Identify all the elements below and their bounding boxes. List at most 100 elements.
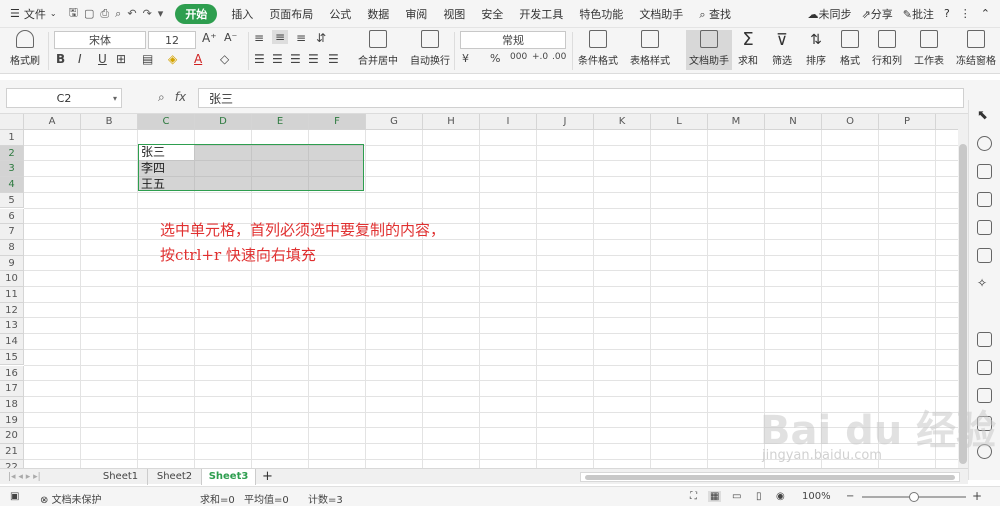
page-break-icon[interactable]: ▯	[756, 491, 762, 502]
column-header-m[interactable]: M	[708, 114, 765, 130]
search-button[interactable]: ⌕ 查找	[691, 6, 739, 22]
distribute-icon[interactable]: ☰	[328, 52, 339, 66]
font-name-select[interactable]: 宋体	[54, 31, 146, 49]
style-icon[interactable]	[977, 164, 992, 179]
number-format-select[interactable]: 常规	[460, 31, 566, 49]
filter-button[interactable]: ⊽ 筛选	[772, 30, 792, 67]
text-direction-icon[interactable]: ⇵	[316, 31, 326, 45]
pointer-icon[interactable]: ⬉	[977, 108, 992, 123]
undo-icon[interactable]: ↶	[127, 7, 136, 20]
magic-icon[interactable]: ✧	[977, 276, 992, 291]
row-header-12[interactable]: 12	[0, 302, 24, 319]
row-header-22[interactable]: 22	[0, 459, 24, 468]
column-header-k[interactable]: K	[594, 114, 651, 130]
zoom-in-icon[interactable]: +	[972, 489, 982, 503]
row-header-13[interactable]: 13	[0, 318, 24, 335]
merge-center-button[interactable]: 合并居中	[358, 30, 398, 67]
sheet-nav-arrows[interactable]: |◂ ◂ ▸ ▸|	[8, 469, 41, 485]
align-center-icon[interactable]: ☰	[272, 52, 283, 66]
table-style-button[interactable]: 表格样式	[630, 30, 670, 67]
backup-icon[interactable]	[977, 332, 992, 347]
horizontal-scrollbar[interactable]	[580, 472, 960, 482]
thousands-icon[interactable]: 000	[510, 52, 527, 62]
row-header-1[interactable]: 1	[0, 130, 24, 146]
row-header-5[interactable]: 5	[0, 192, 24, 209]
more-icon[interactable]: ⋮	[960, 7, 971, 20]
border-icon[interactable]: ⊞	[116, 52, 126, 66]
column-header-f[interactable]: F	[309, 114, 366, 130]
help-icon[interactable]: ?	[944, 7, 950, 20]
sum-button[interactable]: Σ 求和	[738, 30, 758, 68]
align-bottom-icon[interactable]: ≡	[296, 31, 306, 45]
redo-icon[interactable]: ↷	[143, 7, 152, 20]
tab-developer[interactable]: 开发工具	[511, 6, 571, 22]
normal-view-icon[interactable]: ▦	[708, 491, 722, 502]
worksheet-button[interactable]: 工作表	[914, 30, 944, 67]
row-col-button[interactable]: 行和列	[872, 30, 902, 67]
column-header-a[interactable]: A	[24, 114, 81, 130]
sync-button[interactable]: ☁未同步	[808, 6, 852, 22]
name-box[interactable]: C2 ▾	[6, 88, 122, 108]
select-all-corner[interactable]	[0, 114, 24, 130]
cond-format-button[interactable]: 条件格式	[578, 30, 618, 67]
font-size-select[interactable]: 12	[148, 31, 196, 49]
fx-icon[interactable]: fx	[175, 90, 186, 105]
justify-icon[interactable]: ☰	[308, 52, 319, 66]
row-header-15[interactable]: 15	[0, 349, 24, 366]
column-header-overflow[interactable]	[936, 114, 958, 130]
column-header-d[interactable]: D	[195, 114, 252, 130]
wrap-text-button[interactable]: 自动换行	[410, 30, 450, 67]
row-header-4[interactable]: 4	[0, 177, 24, 193]
bold-icon[interactable]: B	[56, 52, 65, 66]
column-header-g[interactable]: G	[366, 114, 423, 130]
cell-c3[interactable]: 李四	[141, 161, 165, 176]
row-header-2[interactable]: 2	[0, 145, 24, 162]
collapse-icon[interactable]: ⌃	[981, 7, 990, 20]
macro-icon[interactable]: ▣	[10, 491, 19, 502]
tab-formulas[interactable]: 公式	[321, 6, 359, 22]
sheet-tab-2[interactable]: Sheet2	[148, 469, 202, 485]
grow-font-icon[interactable]: A⁺	[202, 31, 217, 45]
italic-icon[interactable]: I	[78, 52, 82, 66]
column-header-i[interactable]: I	[480, 114, 537, 130]
underline-icon[interactable]: U	[98, 52, 107, 66]
fill-color-icon[interactable]: ◈	[168, 52, 177, 66]
tab-features[interactable]: 特色功能	[571, 6, 631, 22]
cell-c4[interactable]: 王五	[141, 177, 165, 192]
row-header-10[interactable]: 10	[0, 271, 24, 287]
sheet-tab-3[interactable]: Sheet3	[202, 469, 256, 485]
format-button[interactable]: 格式	[840, 30, 860, 67]
font-color-icon[interactable]: A	[194, 52, 202, 66]
column-header-n[interactable]: N	[765, 114, 822, 130]
share-button[interactable]: ⇗分享	[862, 6, 893, 22]
sort-button[interactable]: ⇅ 排序	[806, 30, 826, 67]
column-header-b[interactable]: B	[81, 114, 138, 130]
format-painter-button[interactable]: 格式刷	[10, 30, 40, 67]
sheet-tab-1[interactable]: Sheet1	[94, 469, 148, 485]
cell-c2[interactable]: 张三	[141, 145, 165, 160]
row-header-21[interactable]: 21	[0, 444, 24, 460]
open-icon[interactable]: ▢	[84, 7, 94, 20]
percent-icon[interactable]: %	[490, 52, 500, 65]
comment-button[interactable]: ✎批注	[903, 6, 934, 22]
row-header-17[interactable]: 17	[0, 381, 24, 397]
protect-status[interactable]: ⊗ 文档未保护	[40, 491, 102, 506]
add-sheet-button[interactable]: +	[262, 469, 273, 484]
preview-icon[interactable]: ⌕	[115, 7, 121, 21]
decrease-decimal-icon[interactable]: .00	[552, 52, 566, 62]
align-top-icon[interactable]: ≡	[254, 31, 264, 45]
tab-insert[interactable]: 插入	[223, 6, 261, 22]
row-header-7[interactable]: 7	[0, 224, 24, 240]
tab-home[interactable]: 开始	[175, 3, 218, 24]
column-header-h[interactable]: H	[423, 114, 480, 130]
column-header-c[interactable]: C	[138, 114, 195, 130]
align-left-icon[interactable]: ☰	[254, 52, 265, 66]
shrink-font-icon[interactable]: A⁻	[224, 31, 237, 44]
freeze-button[interactable]: 冻结窗格	[956, 30, 996, 67]
row-header-20[interactable]: 20	[0, 428, 24, 444]
zoom-level[interactable]: 100%	[802, 491, 831, 502]
eye-protect-icon[interactable]: ◉	[776, 491, 785, 502]
dropdown-icon[interactable]: ▾	[158, 7, 164, 20]
zoom-slider-handle[interactable]	[909, 492, 919, 502]
column-header-e[interactable]: E	[252, 114, 309, 130]
